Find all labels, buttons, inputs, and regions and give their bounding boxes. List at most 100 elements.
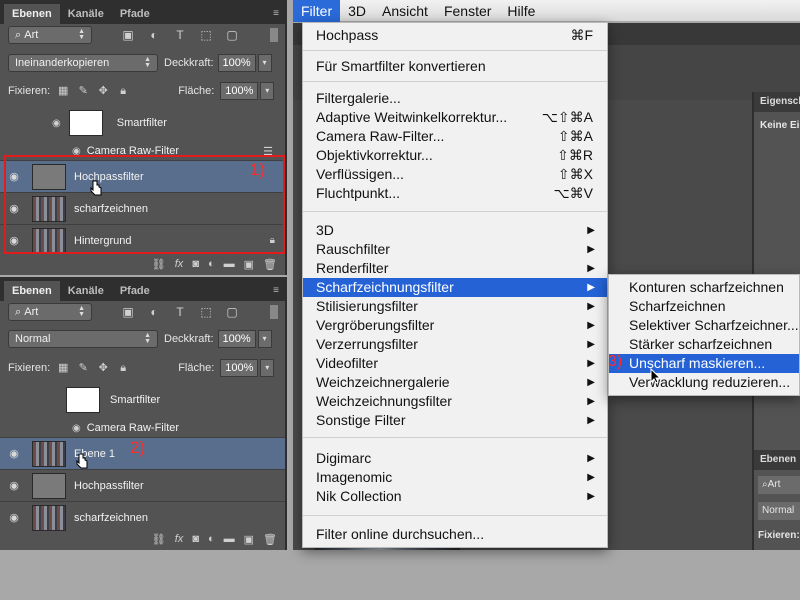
smartobject-filter-icon[interactable]: ▢	[224, 305, 240, 319]
tab-ebenen[interactable]: Ebenen	[4, 4, 60, 24]
menu-item-sonstige-filter[interactable]: Sonstige Filter ▶	[303, 411, 607, 430]
submenu-item-unscharf-maskieren[interactable]: Unscharf maskieren...	[609, 354, 799, 373]
blend-mode-select[interactable]: Ineinanderkopieren ▲ ▼	[8, 54, 158, 72]
image-filter-icon[interactable]: ▣	[120, 305, 136, 319]
adjustment-layer-icon[interactable]: ◐	[208, 258, 215, 270]
trash-icon[interactable]: 🗑︎	[263, 258, 277, 271]
type-filter-icon[interactable]: T	[172, 305, 188, 319]
type-filter-icon[interactable]: T	[172, 28, 188, 42]
opacity-dropdown-icon[interactable]: ▾	[257, 330, 272, 348]
menu-item-scharfzeichnungsfilter[interactable]: Scharfzeichnungsfilter ▶	[303, 278, 607, 297]
adjustment-filter-icon[interactable]: ◐	[146, 28, 162, 42]
smartobject-filter-icon[interactable]: ▢	[224, 28, 240, 42]
menu-item-stilisierungsfilter[interactable]: Stilisierungsfilter ▶	[303, 297, 607, 316]
adjustment-filter-icon[interactable]: ◐	[146, 305, 162, 319]
properties-tab[interactable]: Eigenschaften	[754, 92, 800, 112]
group-folder-icon[interactable]: ▬	[224, 258, 235, 270]
panel-menu-icon[interactable]: ≡	[273, 4, 279, 24]
shape-filter-icon[interactable]: ⬚	[198, 28, 214, 42]
new-layer-icon[interactable]: ▣	[244, 533, 254, 546]
new-layer-icon[interactable]: ▣	[244, 258, 254, 271]
menu-item-3d[interactable]: 3D ▶	[303, 221, 607, 240]
lock-all-icon[interactable]: 🔒︎	[116, 84, 130, 98]
menu-item-imagenomic[interactable]: Imagenomic ▶	[303, 468, 607, 487]
lock-transparent-icon[interactable]: ▦	[56, 84, 70, 98]
menu-item-smartfilter-convert[interactable]: Für Smartfilter konvertieren	[303, 57, 607, 76]
tab-kanaele[interactable]: Kanäle	[60, 281, 112, 301]
submenu-item-verwacklung[interactable]: Verwacklung reduzieren...	[609, 373, 799, 392]
adjustment-layer-icon[interactable]: ◐	[208, 533, 215, 545]
menu-item-verzerrungsfilter[interactable]: Verzerrungsfilter ▶	[303, 335, 607, 354]
right-blend-mode[interactable]: Normal	[758, 502, 800, 520]
lock-move-icon[interactable]: ✥	[96, 361, 110, 375]
lock-paint-icon[interactable]: ✎	[76, 84, 90, 98]
camera-raw-filter-row[interactable]: ◉ Camera Raw-Filter	[0, 419, 285, 437]
filter-kind-select[interactable]: ⌕ Art ▲ ▼	[8, 26, 92, 44]
right-layers-tab[interactable]: Ebenen	[754, 450, 800, 470]
menu-item-vergroeberungsfilter[interactable]: Vergröberungsfilter ▶	[303, 316, 607, 335]
smartfilter-row[interactable]: Smartfilter	[0, 381, 285, 419]
fx-icon[interactable]: fx	[175, 533, 184, 545]
smartfilter-row[interactable]: ◉ Smartfilter	[0, 104, 285, 142]
menu-hilfe[interactable]: Hilfe	[499, 0, 543, 22]
right-filter-kind[interactable]: ⌕Art	[758, 476, 800, 494]
lock-all-icon[interactable]: 🔒︎	[116, 361, 130, 375]
tab-pfade[interactable]: Pfade	[112, 281, 158, 301]
fx-icon[interactable]: fx	[175, 258, 184, 270]
mask-icon[interactable]: ◙	[192, 533, 199, 545]
menu-item-weichzeichnungsfilter[interactable]: Weichzeichnungsfilter ▶	[303, 392, 607, 411]
menu-item-hochpass[interactable]: Hochpass ⌘F	[303, 26, 607, 45]
filter-toggle-icon[interactable]	[270, 305, 278, 319]
fill-dropdown-icon[interactable]: ▾	[260, 359, 275, 377]
blend-mode-select[interactable]: Normal ▲ ▼	[8, 330, 158, 348]
menu-item-videofilter[interactable]: Videofilter ▶	[303, 354, 607, 373]
menu-ansicht[interactable]: Ansicht	[374, 0, 436, 22]
opacity-input[interactable]: 100%	[217, 330, 256, 348]
eye-icon[interactable]: ◉	[72, 423, 81, 434]
menu-item-renderfilter[interactable]: Renderfilter ▶	[303, 259, 607, 278]
tab-pfade[interactable]: Pfade	[112, 4, 158, 24]
filter-toggle-icon[interactable]	[270, 28, 278, 42]
link-layers-icon[interactable]: ⛓	[152, 258, 166, 271]
menu-item-weichzeichnergalerie[interactable]: Weichzeichnergalerie ▶	[303, 373, 607, 392]
layer-row[interactable]: ◉ Hochpassfilter	[0, 469, 285, 501]
menu-item-digimarc[interactable]: Digimarc ▶	[303, 449, 607, 468]
group-folder-icon[interactable]: ▬	[224, 533, 235, 545]
menu-filter[interactable]: Filter	[293, 0, 341, 22]
eye-icon[interactable]: ◉	[52, 118, 61, 129]
opacity-dropdown-icon[interactable]: ▾	[257, 54, 272, 72]
menu-item-adaptive-weitwinkel[interactable]: Adaptive Weitwinkelkorrektur... ⌥⇧⌘A	[303, 108, 607, 127]
tab-kanaele[interactable]: Kanäle	[60, 4, 112, 24]
lock-move-icon[interactable]: ✥	[96, 84, 110, 98]
menu-item-camera-raw[interactable]: Camera Raw-Filter... ⇧⌘A	[303, 127, 607, 146]
eye-icon[interactable]: ◉	[0, 479, 28, 492]
eye-icon[interactable]: ◉	[0, 511, 28, 524]
fill-input[interactable]: 100%	[220, 359, 259, 377]
opacity-input[interactable]: 100%	[217, 54, 256, 72]
fill-dropdown-icon[interactable]: ▾	[260, 82, 275, 100]
lock-paint-icon[interactable]: ✎	[76, 361, 90, 375]
submenu-item-selektiver[interactable]: Selektiver Scharfzeichner...	[609, 316, 799, 335]
mask-icon[interactable]: ◙	[192, 258, 199, 270]
menu-item-rauschfilter[interactable]: Rauschfilter ▶	[303, 240, 607, 259]
submenu-item-konturen[interactable]: Konturen scharfzeichnen	[609, 278, 799, 297]
image-filter-icon[interactable]: ▣	[120, 28, 136, 42]
lock-transparent-icon[interactable]: ▦	[56, 361, 70, 375]
menu-item-filtergalerie[interactable]: Filtergalerie...	[303, 89, 607, 108]
menu-item-verfluessigen[interactable]: Verflüssigen... ⇧⌘X	[303, 165, 607, 184]
submenu-item-scharfzeichnen[interactable]: Scharfzeichnen	[609, 297, 799, 316]
menu-item-filter-online[interactable]: Filter online durchsuchen...	[303, 525, 607, 544]
menu-item-nik-collection[interactable]: Nik Collection ▶	[303, 487, 607, 506]
shape-filter-icon[interactable]: ⬚	[198, 305, 214, 319]
panel-menu-icon[interactable]: ≡	[273, 281, 279, 301]
menu-3d[interactable]: 3D	[340, 0, 374, 22]
fill-input[interactable]: 100%	[220, 82, 259, 100]
filter-kind-select[interactable]: ⌕ Art ▲ ▼	[8, 303, 92, 321]
menu-item-fluchtpunkt[interactable]: Fluchtpunkt... ⌥⌘V	[303, 184, 607, 203]
menu-fenster[interactable]: Fenster	[436, 0, 499, 22]
eye-icon[interactable]: ◉	[0, 447, 28, 460]
menu-item-objektivkorrektur[interactable]: Objektivkorrektur... ⇧⌘R	[303, 146, 607, 165]
trash-icon[interactable]: 🗑︎	[263, 533, 277, 546]
submenu-item-staerker[interactable]: Stärker scharfzeichnen	[609, 335, 799, 354]
link-layers-icon[interactable]: ⛓	[152, 533, 166, 546]
